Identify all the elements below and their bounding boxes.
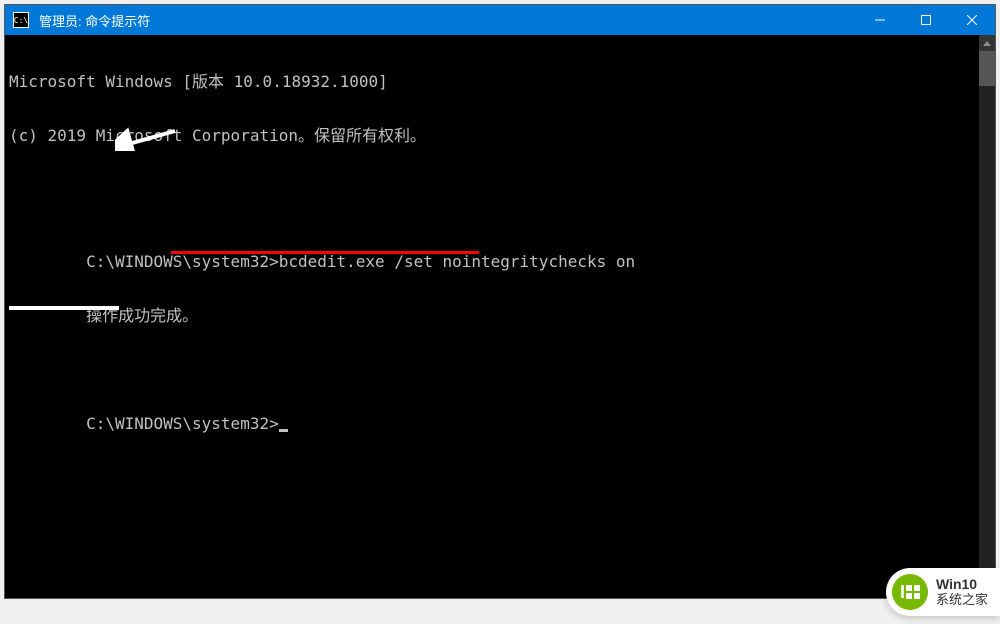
watermark-line1: Win10 — [936, 577, 988, 592]
prompt-text: C:\WINDOWS\system32> — [86, 252, 279, 271]
maximize-icon — [921, 15, 931, 25]
console-line — [9, 343, 991, 361]
windows-flag-icon — [906, 585, 920, 599]
chevron-up-icon — [983, 41, 991, 46]
minimize-icon — [875, 15, 885, 25]
console-line: (c) 2019 Microsoft Corporation。保留所有权利。 — [9, 127, 991, 145]
console-text: Microsoft Windows [版本 10.0.18932.1000] (… — [9, 37, 991, 451]
titlebar[interactable]: C:\ 管理员: 命令提示符 — [5, 5, 995, 35]
watermark-logo: I — [892, 574, 928, 610]
prompt-text: C:\WINDOWS\system32> — [86, 414, 279, 433]
minimize-button[interactable] — [857, 5, 903, 35]
watermark-logo-text: I — [900, 582, 920, 603]
cursor — [279, 429, 288, 432]
console-line: C:\WINDOWS\system32> — [9, 397, 991, 415]
cmd-icon-text: C:\ — [14, 16, 28, 25]
copyright-text: (c) 2019 Microsoft Corporation。保留所有权利。 — [9, 126, 426, 145]
scrollbar-thumb[interactable] — [979, 51, 995, 86]
scrollbar-up-button[interactable] — [979, 35, 995, 51]
console-area[interactable]: Microsoft Windows [版本 10.0.18932.1000] (… — [5, 35, 995, 598]
console-line: Microsoft Windows [版本 10.0.18932.1000] — [9, 73, 991, 91]
watermark-line2: 系统之家 — [936, 593, 988, 607]
close-button[interactable] — [949, 5, 995, 35]
cmd-icon: C:\ — [13, 12, 29, 28]
close-icon — [967, 15, 977, 25]
version-text: Microsoft Windows [版本 10.0.18932.1000] — [9, 72, 388, 91]
console-line: C:\WINDOWS\system32>bcdedit.exe /set noi… — [9, 235, 991, 253]
window-controls — [857, 5, 995, 35]
white-underline-annotation — [9, 306, 119, 310]
window-title: 管理员: 命令提示符 — [37, 11, 857, 30]
watermark-text: Win10 系统之家 — [936, 577, 988, 607]
watermark-badge: I Win10 系统之家 — [886, 568, 1000, 616]
red-underline-annotation — [171, 251, 479, 254]
console-line: 操作成功完成。 — [9, 289, 991, 307]
cmd-window: C:\ 管理员: 命令提示符 Microsoft Windows [版本 10.… — [4, 4, 996, 599]
console-line — [9, 181, 991, 199]
command-text: bcdedit.exe /set nointegritychecks on — [279, 252, 635, 271]
maximize-button[interactable] — [903, 5, 949, 35]
scrollbar[interactable] — [979, 35, 995, 598]
